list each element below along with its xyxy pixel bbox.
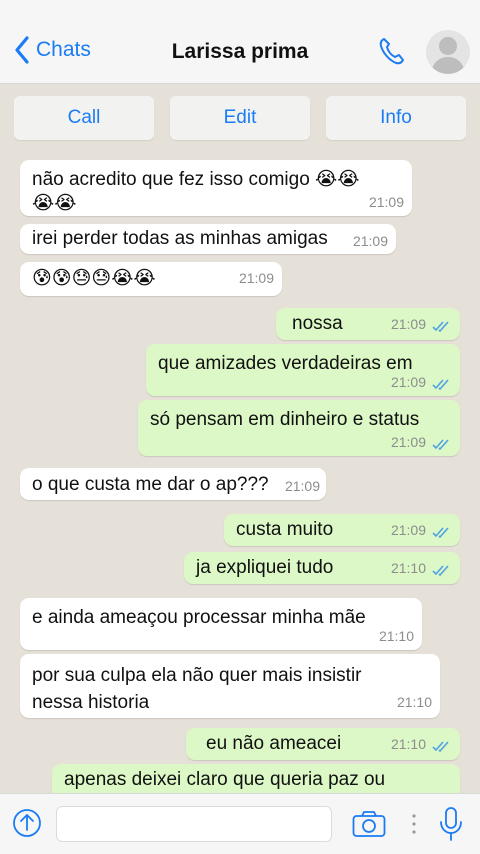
phone-icon[interactable]: [378, 36, 406, 66]
message-time: 21:10: [378, 628, 414, 644]
message-outgoing: apenas deixei claro que queria paz ou: [52, 764, 460, 793]
chat-area[interactable]: não acredito que fez isso comigo 😭😭 😭😭 2…: [0, 148, 480, 793]
message-time: 21:09: [390, 522, 426, 538]
message-incoming: o que custa me dar o ap??? 21:09: [20, 468, 326, 500]
upload-icon[interactable]: [12, 808, 42, 838]
message-incoming: 😰😰😓😓😭😭 21:09: [20, 262, 282, 296]
message-text: 😰😰😓😓😭😭: [32, 268, 156, 289]
message-time: 21:09: [390, 374, 426, 390]
message-outgoing: que amizades verdadeiras em 21:09: [146, 344, 460, 396]
message-outgoing: nossa 21:09: [276, 308, 460, 340]
avatar[interactable]: [426, 30, 470, 74]
message-incoming: não acredito que fez isso comigo 😭😭 😭😭 2…: [20, 160, 412, 216]
message-composer: [0, 793, 480, 854]
message-outgoing: só pensam em dinheiro e status 21:09: [138, 400, 460, 456]
message-text: irei perder todas as minhas amigas: [32, 228, 328, 249]
chevron-left-icon: [15, 36, 29, 64]
message-time: 21:09: [368, 194, 404, 210]
message-text: por sua culpa ela não quer mais insistir: [32, 665, 362, 686]
back-label: Chats: [36, 38, 91, 61]
message-incoming: irei perder todas as minhas amigas 21:09: [20, 224, 396, 254]
message-incoming: e ainda ameaçou processar minha mãe 21:1…: [20, 598, 422, 650]
message-outgoing: custa muito 21:09: [224, 514, 460, 546]
message-time: 21:10: [390, 560, 426, 576]
avatar-icon: [426, 30, 470, 74]
message-outgoing: eu não ameacei 21:10: [186, 728, 460, 760]
info-button[interactable]: Info: [326, 96, 466, 140]
message-text: o que custa me dar o ap???: [32, 474, 269, 495]
message-time: 21:09: [238, 270, 274, 286]
action-bar: Call Edit Info: [0, 84, 480, 148]
message-outgoing: ja expliquei tudo 21:10: [184, 552, 460, 584]
message-text: só pensam em dinheiro e status: [150, 409, 420, 430]
message-text-line2: 😭😭: [32, 193, 77, 214]
chat-header: Chats Larissa prima: [0, 0, 480, 84]
camera-icon[interactable]: [352, 810, 386, 838]
message-input[interactable]: [56, 806, 332, 842]
microphone-icon[interactable]: [438, 806, 464, 842]
back-button[interactable]: Chats: [14, 36, 91, 64]
message-text: não acredito que fez isso comigo 😭😭: [32, 169, 360, 190]
read-ticks-icon: [432, 741, 449, 752]
read-ticks-icon: [432, 321, 449, 332]
message-time: 21:09: [352, 233, 388, 249]
read-ticks-icon: [432, 527, 449, 538]
edit-button[interactable]: Edit: [170, 96, 310, 140]
message-time: 21:09: [390, 316, 426, 332]
read-ticks-icon: [432, 379, 449, 390]
read-ticks-icon: [432, 565, 449, 576]
message-incoming: por sua culpa ela não quer mais insistir…: [20, 654, 440, 718]
more-dots-icon[interactable]: [410, 812, 418, 836]
message-text: e ainda ameaçou processar minha mãe: [32, 607, 366, 628]
message-time: 21:09: [390, 434, 426, 450]
call-button[interactable]: Call: [14, 96, 154, 140]
message-time: 21:10: [396, 694, 432, 710]
message-time: 21:10: [390, 736, 426, 752]
message-text-line2: nessa historia: [32, 692, 150, 713]
message-text: apenas deixei claro que queria paz ou: [64, 769, 386, 790]
read-ticks-icon: [432, 439, 449, 450]
message-time: 21:09: [284, 478, 320, 494]
